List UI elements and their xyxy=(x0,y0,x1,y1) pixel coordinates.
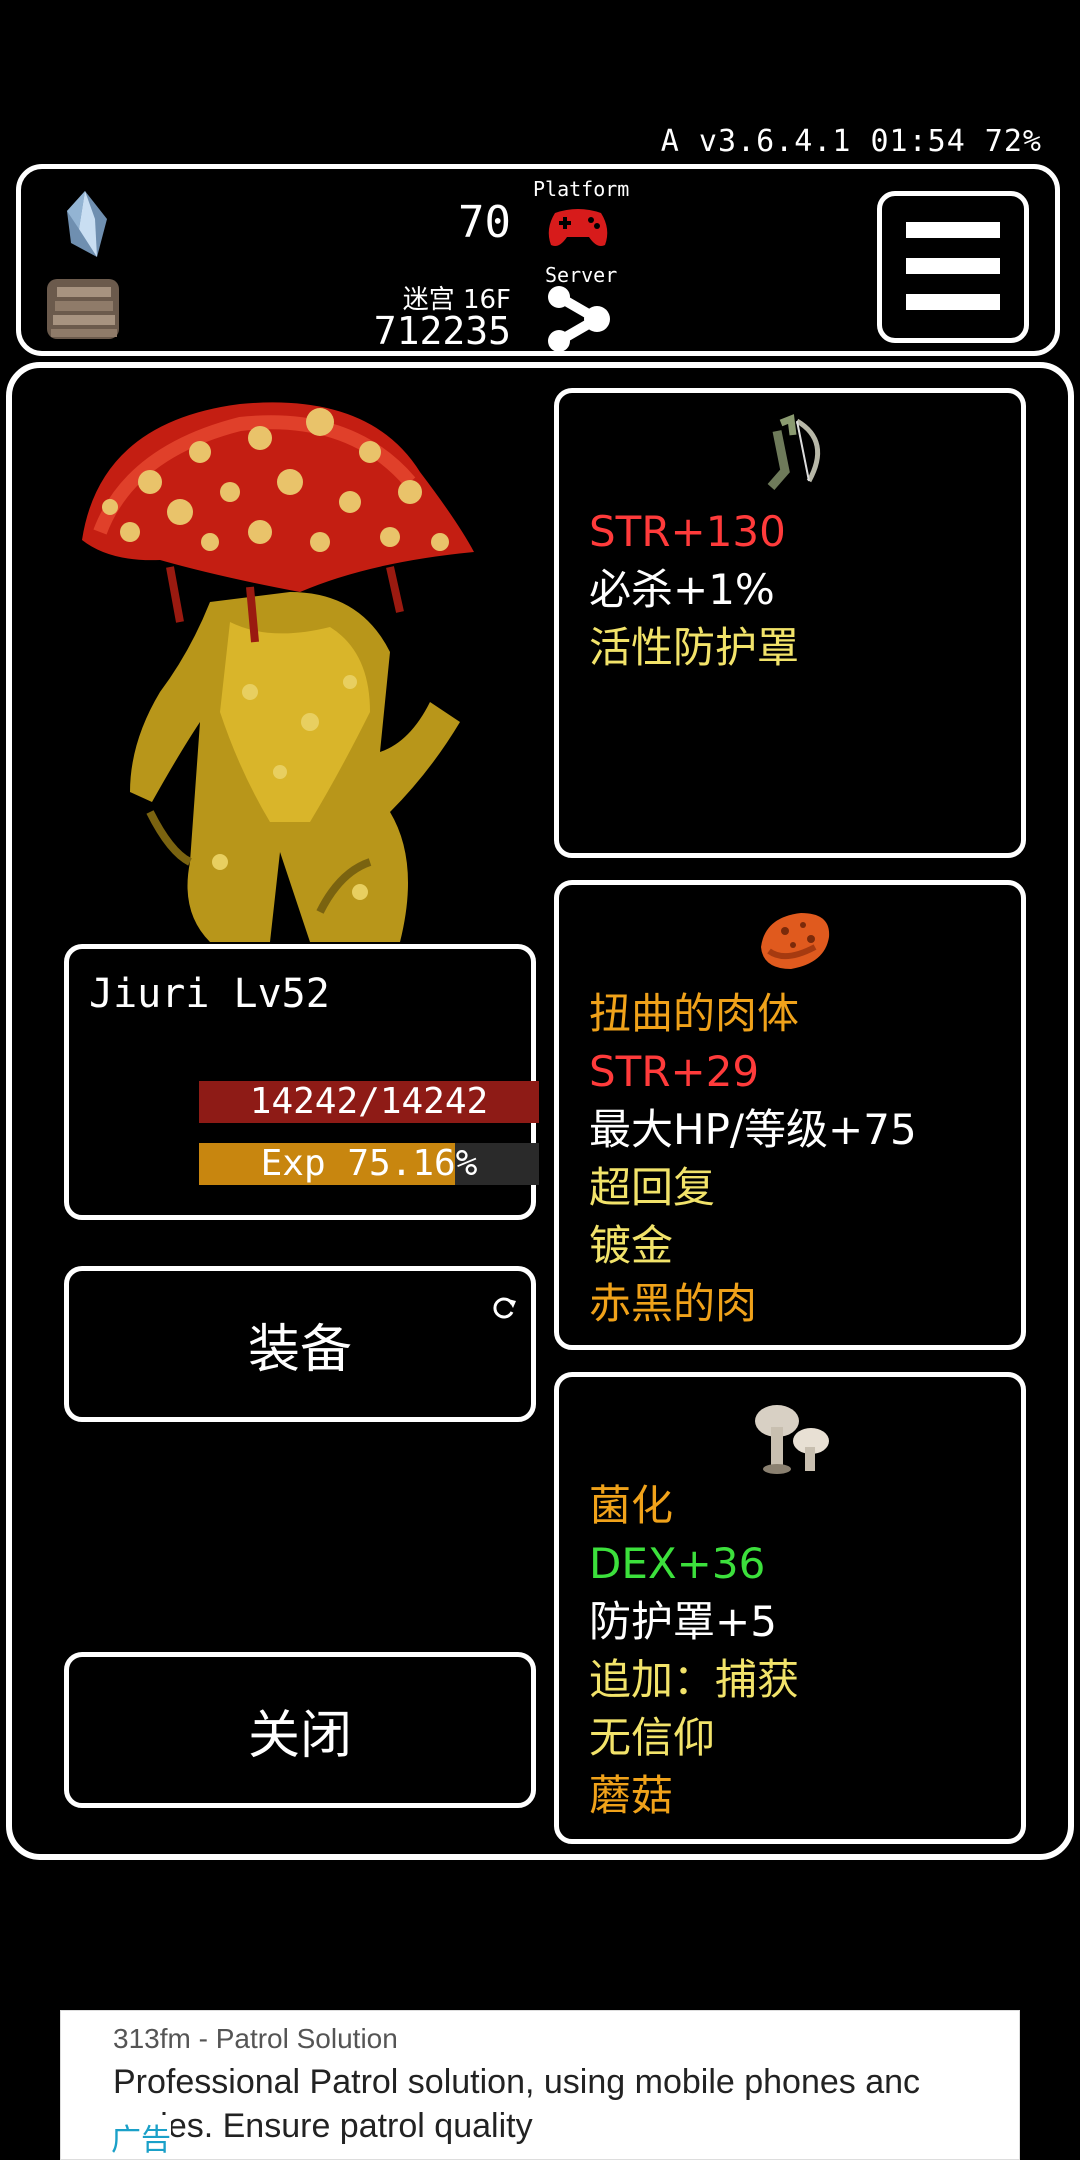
item-3-stats: 菌化 DEX+36 防护罩+5 追加：捕获 无信仰 蘑菇 xyxy=(589,1477,799,1825)
refresh-icon[interactable] xyxy=(491,1295,517,1321)
item-stat-line: 菌化 xyxy=(589,1481,674,1530)
top-bar: 70 迷宫 16F 712235 Platform Server xyxy=(16,164,1060,356)
close-button-label: 关闭 xyxy=(247,1705,352,1766)
item-stat-line: 无信仰 xyxy=(589,1713,716,1762)
item-stat-line: 最大HP/等级+75 xyxy=(589,1105,917,1154)
item-1-stats: STR+130 必杀+1% 活性防护罩 xyxy=(589,503,799,677)
share-icon[interactable] xyxy=(545,283,613,353)
bow-icon xyxy=(767,414,820,490)
menu-button[interactable] xyxy=(877,191,1029,343)
hp-bar: 14242/14242 xyxy=(199,1081,539,1123)
mushroom-monster-image xyxy=(82,402,474,942)
currency-value: 70 xyxy=(458,197,511,248)
item-stat-line: STR+29 xyxy=(589,1047,760,1096)
status-bar-text: A v3.6.4.1 01:54 72% xyxy=(660,124,1042,159)
item-stat-line: 防护罩+5 xyxy=(589,1597,777,1646)
ad-text-line2: codes. Ensure patrol quality xyxy=(113,2107,533,2145)
item-2-stats: 扭曲的肉体 STR+29 最大HP/等级+75 超回复 镀金 赤黑的肉 xyxy=(589,985,917,1333)
monster-info-box: Jiuri Lv52 14242/14242 Exp 75.16% xyxy=(64,944,539,1220)
platform-label: Platform xyxy=(533,177,630,201)
equip-button-label: 装备 xyxy=(247,1319,352,1380)
item-stat-line: 追加：捕获 xyxy=(589,1655,800,1704)
ad-badge: 广告 xyxy=(111,2115,171,2159)
ad-banner[interactable]: 313fm - Patrol Solution Professional Pat… xyxy=(60,2010,1020,2160)
dungeon-stairs-icon xyxy=(47,279,119,339)
mushroom-icon xyxy=(755,1405,829,1474)
item-stat-line: 赤黑的肉 xyxy=(589,1279,758,1328)
item-card-2[interactable]: 扭曲的肉体 STR+29 最大HP/等级+75 超回复 镀金 赤黑的肉 xyxy=(554,880,1026,1350)
close-button[interactable]: 关闭 xyxy=(64,1652,536,1808)
dungeon-value: 712235 xyxy=(373,309,511,353)
ad-source: 313fm - Patrol Solution xyxy=(113,2023,398,2054)
monster-name-level: Jiuri Lv52 xyxy=(89,971,330,1017)
exp-text: Exp 75.16% xyxy=(260,1143,478,1184)
meat-icon xyxy=(761,913,830,969)
exp-bar: Exp 75.16% xyxy=(199,1143,539,1185)
item-stat-line: DEX+36 xyxy=(589,1539,766,1588)
item-stat-line: 活性防护罩 xyxy=(589,623,800,672)
ad-text-line1: Professional Patrol solution, using mobi… xyxy=(113,2063,921,2101)
item-card-3[interactable]: 菌化 DEX+36 防护罩+5 追加：捕获 无信仰 蘑菇 xyxy=(554,1372,1026,1844)
item-stat-line: 必杀+1% xyxy=(589,565,775,614)
item-stat-line: 超回复 xyxy=(589,1163,716,1212)
hp-text: 14242/14242 xyxy=(249,1081,489,1122)
item-card-1[interactable]: STR+130 必杀+1% 活性防护罩 xyxy=(554,388,1026,858)
item-stat-line: 扭曲的肉体 xyxy=(589,989,800,1038)
crystal-icon xyxy=(67,191,107,257)
item-stat-line: STR+130 xyxy=(589,507,786,556)
hamburger-menu-icon xyxy=(906,222,1000,310)
gamepad-icon[interactable] xyxy=(545,205,611,249)
equip-button[interactable]: 装备 xyxy=(64,1266,536,1422)
item-stat-line: 镀金 xyxy=(589,1221,674,1270)
item-stat-line: 蘑菇 xyxy=(589,1771,674,1820)
